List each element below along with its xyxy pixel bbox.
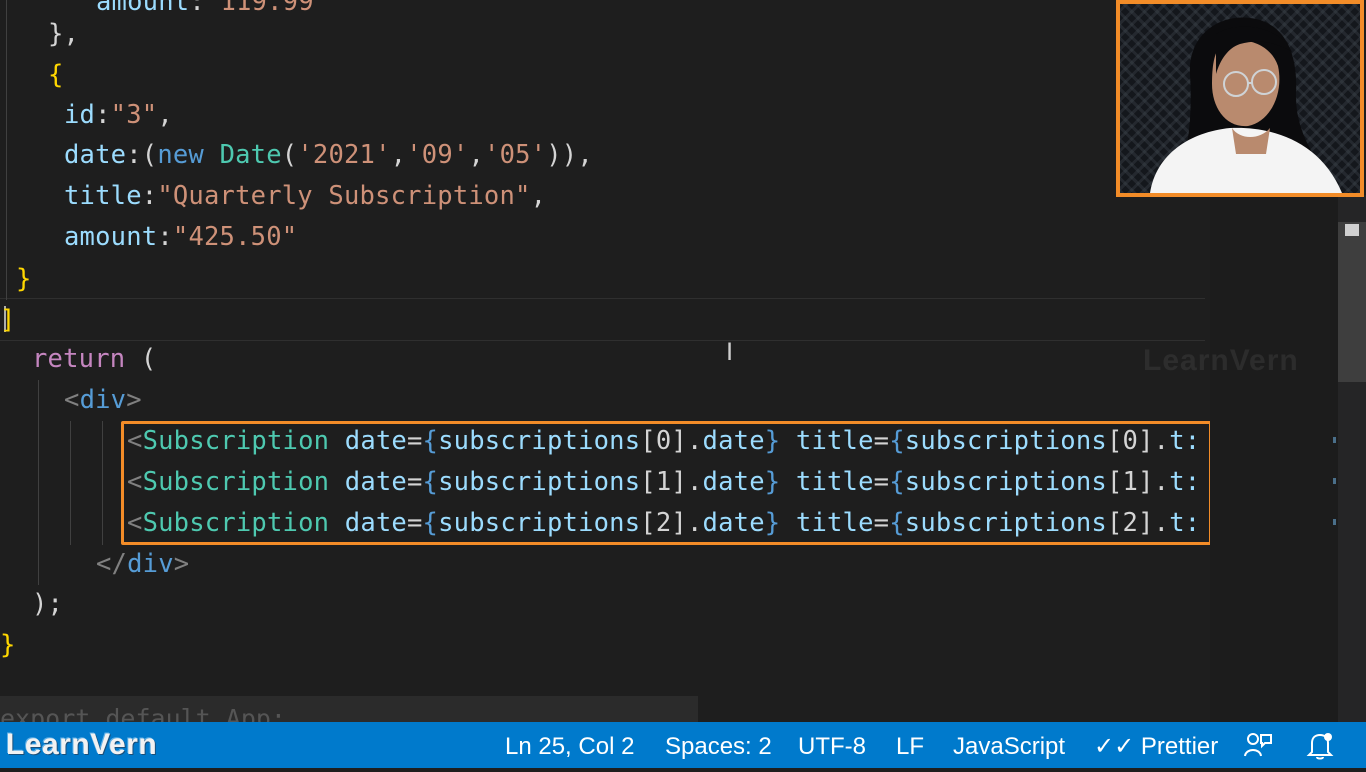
indent-guide: [70, 421, 71, 545]
code-line[interactable]: amount:"119.99": [96, 0, 329, 23]
double-check-icon: ✓✓: [1094, 733, 1135, 760]
code-token: {: [48, 60, 64, 90]
webcam-overlay: [1116, 0, 1364, 197]
code-token: (: [125, 344, 157, 374]
code-line[interactable]: <div>: [64, 380, 142, 421]
prettier-status[interactable]: ✓✓ Prettier: [1094, 722, 1218, 768]
code-token: "425.50": [172, 222, 298, 252]
code-line[interactable]: {: [48, 55, 64, 96]
code-token: }: [16, 264, 32, 294]
code-token: new: [157, 140, 204, 170]
code-line[interactable]: amount:"425.50": [64, 217, 297, 258]
indent-guide: [102, 421, 103, 545]
code-line[interactable]: );: [32, 584, 63, 625]
minimap-marker: [1333, 437, 1336, 443]
code-token: ,: [468, 140, 485, 170]
code-line[interactable]: }: [0, 625, 16, 666]
code-token: title: [64, 181, 142, 211]
faded-code-text: export default App;: [0, 704, 286, 722]
code-line[interactable]: return (: [32, 339, 156, 380]
code-token: Date: [219, 140, 282, 170]
indent-guide: [38, 380, 39, 585]
code-token: div: [79, 385, 127, 415]
indent-guide: [6, 0, 7, 300]
indentation-setting[interactable]: Spaces: 2: [665, 722, 772, 768]
code-token: )): [546, 140, 578, 170]
code-token: :: [95, 100, 111, 130]
code-line[interactable]: </div>: [96, 544, 189, 585]
code-line[interactable]: id:"3",: [64, 95, 173, 136]
code-line[interactable]: },: [48, 14, 79, 55]
code-line[interactable]: }: [16, 259, 32, 300]
code-token: amount: [64, 222, 158, 252]
code-token: "Quarterly Subscription": [157, 181, 531, 211]
code-token: ,: [577, 140, 593, 170]
scroll-up-arrow-icon[interactable]: [1345, 224, 1359, 236]
minimap-marker: [1333, 478, 1336, 484]
watermark: LearnVern: [1143, 344, 1299, 377]
code-token: >: [126, 385, 142, 415]
end-of-line[interactable]: LF: [896, 722, 924, 768]
code-token: ,: [157, 100, 173, 130]
code-token: ]: [0, 305, 16, 335]
code-token: );: [32, 589, 64, 619]
code-token: (: [281, 140, 298, 170]
faded-code-line: export default App;: [0, 696, 698, 722]
code-token: '05': [484, 140, 547, 170]
code-token: }: [0, 630, 16, 660]
presenter-video: [1120, 4, 1360, 193]
code-token: "119.99": [204, 0, 330, 17]
current-line-highlight: [0, 298, 1205, 341]
ibeam-cursor-icon: I: [726, 338, 734, 366]
minimap-marker: [1333, 519, 1336, 525]
code-token: <: [64, 385, 80, 415]
code-token: div: [127, 549, 174, 579]
code-token: >: [173, 549, 190, 579]
code-token: date: [64, 140, 127, 170]
annotation-highlight-box: [121, 421, 1212, 545]
prettier-label: Prettier: [1140, 733, 1219, 760]
code-token: "3": [110, 100, 158, 130]
scrollbar-thumb[interactable]: [1338, 222, 1366, 382]
code-token: :: [189, 0, 205, 17]
minimap[interactable]: [1210, 195, 1340, 722]
code-token: amount: [96, 0, 190, 17]
cursor-position[interactable]: Ln 25, Col 2: [505, 722, 634, 768]
code-line[interactable]: ]: [0, 300, 16, 341]
code-token: return: [32, 344, 126, 374]
code-token: :: [141, 181, 158, 211]
code-token: id: [64, 100, 96, 130]
code-token: },: [48, 19, 80, 49]
code-line[interactable]: title:"Quarterly Subscription",: [64, 176, 546, 217]
file-encoding[interactable]: UTF-8: [798, 722, 866, 768]
feedback-person-icon[interactable]: [1243, 730, 1273, 760]
code-token: :: [157, 222, 173, 252]
code-token: '2021': [297, 140, 391, 170]
language-mode[interactable]: JavaScript: [953, 722, 1065, 768]
code-line[interactable]: date:(new Date('2021','09','05')),: [64, 135, 593, 176]
code-token: </: [96, 549, 128, 579]
code-token: :(: [126, 140, 158, 170]
status-bar: LearnVern Ln 25, Col 2 Spaces: 2 UTF-8 L…: [0, 722, 1366, 768]
code-token: ,: [530, 181, 547, 211]
notification-bell-icon[interactable]: [1306, 730, 1334, 760]
code-token: '09': [406, 140, 469, 170]
code-token: ,: [390, 140, 407, 170]
learnvern-logo: LearnVern: [6, 728, 158, 761]
